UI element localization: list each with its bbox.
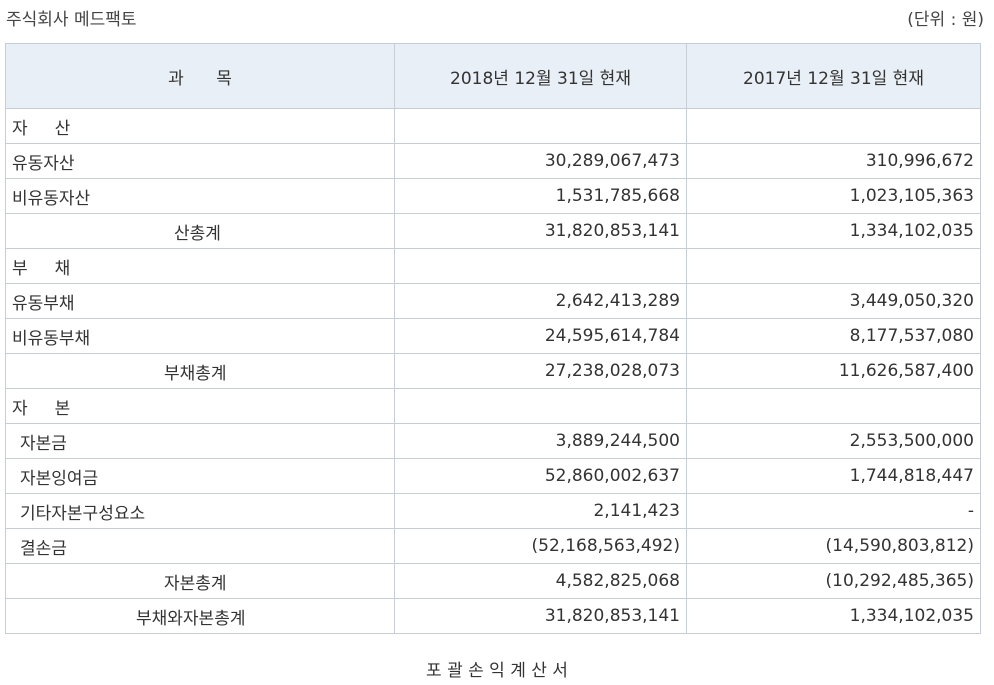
table-row: 자 본 — [5, 388, 981, 424]
value-2018: 2,642,413,289 — [394, 283, 687, 319]
table-row: 자본잉여금 52,860,002,637 1,744,818,447 — [5, 458, 981, 494]
value-2017: 1,023,105,363 — [686, 178, 981, 214]
table-row: 자 산 — [5, 108, 981, 144]
account-label: 부채총계 — [5, 353, 395, 389]
account-label: 부채와자본총계 — [5, 598, 395, 634]
account-label: 유동부채 — [5, 283, 395, 319]
report-header: 주식회사 메드팩토 (단위 : 원) — [6, 4, 984, 30]
value-2018 — [394, 248, 687, 284]
value-2017 — [686, 108, 981, 144]
column-header-2018: 2018년 12월 31일 현재 — [394, 43, 687, 109]
account-label: 산총계 — [5, 213, 395, 249]
value-2017: (10,292,485,365) — [686, 563, 981, 599]
value-2018: 27,238,028,073 — [394, 353, 687, 389]
table-row: 비유동부채 24,595,614,784 8,177,537,080 — [5, 318, 981, 354]
table-row: 부채와자본총계 31,820,853,141 1,334,102,035 — [5, 598, 981, 634]
account-label: 비유동자산 — [5, 178, 395, 214]
value-2018: 2,141,423 — [394, 493, 687, 529]
table-row: 자본금 3,889,244,500 2,553,500,000 — [5, 423, 981, 459]
value-2018: 3,889,244,500 — [394, 423, 687, 459]
value-2018: 52,860,002,637 — [394, 458, 687, 494]
value-2018: (52,168,563,492) — [394, 528, 687, 564]
value-2017: 310,996,672 — [686, 143, 981, 179]
table-row: 산총계 31,820,853,141 1,334,102,035 — [5, 213, 981, 249]
table-row: 유동부채 2,642,413,289 3,449,050,320 — [5, 283, 981, 319]
account-label: 자본잉여금 — [5, 458, 395, 494]
value-2017 — [686, 388, 981, 424]
account-label: 비유동부채 — [5, 318, 395, 354]
account-label: 자본금 — [5, 423, 395, 459]
column-header-2017: 2017년 12월 31일 현재 — [686, 43, 981, 109]
table-row: 결손금 (52,168,563,492) (14,590,803,812) — [5, 528, 981, 564]
account-label: 결손금 — [5, 528, 395, 564]
account-label: 부 채 — [5, 248, 395, 284]
account-label: 자 산 — [5, 108, 395, 144]
unit-label: (단위 : 원) — [907, 9, 984, 30]
value-2018 — [394, 388, 687, 424]
column-header-account: 과 목 — [5, 43, 395, 109]
value-2017: 11,626,587,400 — [686, 353, 981, 389]
next-statement-title: 포 괄 손 익 계 산 서 — [426, 661, 568, 681]
account-label: 유동자산 — [5, 143, 395, 179]
table-row: 부채총계 27,238,028,073 11,626,587,400 — [5, 353, 981, 389]
value-2018: 30,289,067,473 — [394, 143, 687, 179]
value-2017 — [686, 248, 981, 284]
value-2017: 1,334,102,035 — [686, 213, 981, 249]
account-label: 자본총계 — [5, 563, 395, 599]
value-2018: 24,595,614,784 — [394, 318, 687, 354]
table-header-row: 과 목 2018년 12월 31일 현재 2017년 12월 31일 현재 — [5, 43, 981, 109]
account-label: 자 본 — [5, 388, 395, 424]
value-2017: 1,334,102,035 — [686, 598, 981, 634]
balance-sheet-table: 과 목 2018년 12월 31일 현재 2017년 12월 31일 현재 자 … — [5, 43, 981, 634]
value-2018: 1,531,785,668 — [394, 178, 687, 214]
company-name: 주식회사 메드팩토 — [6, 9, 137, 30]
value-2018 — [394, 108, 687, 144]
account-label: 기타자본구성요소 — [5, 493, 395, 529]
table-row: 기타자본구성요소 2,141,423- — [5, 493, 981, 529]
value-2017: 2,553,500,000 — [686, 423, 981, 459]
value-2017: 3,449,050,320 — [686, 283, 981, 319]
table-row: 자본총계 4,582,825,068 (10,292,485,365) — [5, 563, 981, 599]
value-2018: 31,820,853,141 — [394, 598, 687, 634]
value-2018: 4,582,825,068 — [394, 563, 687, 599]
table-row: 부 채 — [5, 248, 981, 284]
value-2017: (14,590,803,812) — [686, 528, 981, 564]
value-2017: 1,744,818,447 — [686, 458, 981, 494]
table-row: 비유동자산 1,531,785,668 1,023,105,363 — [5, 178, 981, 214]
table-row: 유동자산 30,289,067,473 310,996,672 — [5, 143, 981, 179]
value-2018: 31,820,853,141 — [394, 213, 687, 249]
value-2017: - — [686, 493, 981, 529]
value-2017: 8,177,537,080 — [686, 318, 981, 354]
